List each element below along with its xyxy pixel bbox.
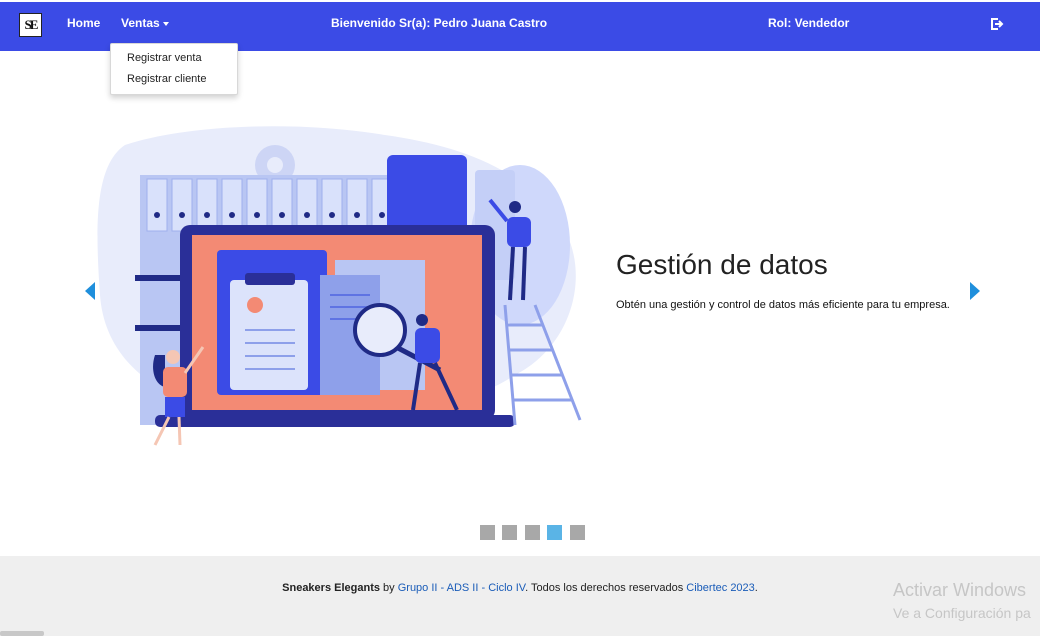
footer-brand: Sneakers Elegants bbox=[282, 582, 380, 594]
windows-activation-subtitle: Ve a Configuración pa bbox=[893, 605, 1031, 621]
footer: Sneakers Elegants by Grupo II - ADS II -… bbox=[0, 556, 1040, 636]
nav-ventas-dropdown[interactable]: Ventas bbox=[121, 16, 169, 30]
footer-copyright: Sneakers Elegants by Grupo II - ADS II -… bbox=[0, 582, 1040, 594]
carousel-indicator-3[interactable] bbox=[525, 525, 540, 540]
carousel-description: Obtén una gestión y control de datos más… bbox=[616, 299, 950, 311]
footer-group-link[interactable]: Grupo II - ADS II - Ciclo IV bbox=[398, 582, 525, 594]
ventas-dropdown-menu: Registrar venta Registrar cliente bbox=[110, 43, 238, 95]
footer-org-link[interactable]: Cibertec 2023 bbox=[686, 582, 755, 594]
windows-activation-title: Activar Windows bbox=[893, 580, 1027, 600]
horizontal-scrollbar[interactable] bbox=[0, 631, 44, 636]
carousel-indicator-2[interactable] bbox=[502, 525, 517, 540]
logout-icon[interactable] bbox=[990, 17, 1004, 31]
nav-ventas-label: Ventas bbox=[121, 16, 160, 30]
caret-down-icon bbox=[162, 21, 169, 26]
carousel-next-icon[interactable] bbox=[970, 282, 980, 300]
footer-rights: . Todos los derechos reservados bbox=[525, 582, 687, 594]
footer-by: by bbox=[379, 582, 398, 594]
carousel-indicator-1[interactable] bbox=[480, 525, 495, 540]
brand-logo[interactable]: SE bbox=[19, 13, 42, 37]
carousel-title: Gestión de datos bbox=[616, 249, 828, 280]
carousel-indicator-5[interactable] bbox=[570, 525, 585, 540]
nav-home[interactable]: Home bbox=[67, 16, 100, 30]
footer-end: . bbox=[754, 582, 758, 594]
welcome-text: Bienvenido Sr(a): Pedro Juana Castro bbox=[331, 16, 548, 30]
menu-item-registrar-venta[interactable]: Registrar venta bbox=[127, 52, 202, 64]
carousel-prev-icon[interactable] bbox=[85, 282, 95, 300]
menu-item-registrar-cliente[interactable]: Registrar cliente bbox=[127, 73, 206, 85]
data-management-illustration bbox=[97, 126, 582, 446]
role-text: Rol: Vendedor bbox=[768, 16, 850, 30]
carousel-indicator-4[interactable] bbox=[547, 525, 562, 540]
